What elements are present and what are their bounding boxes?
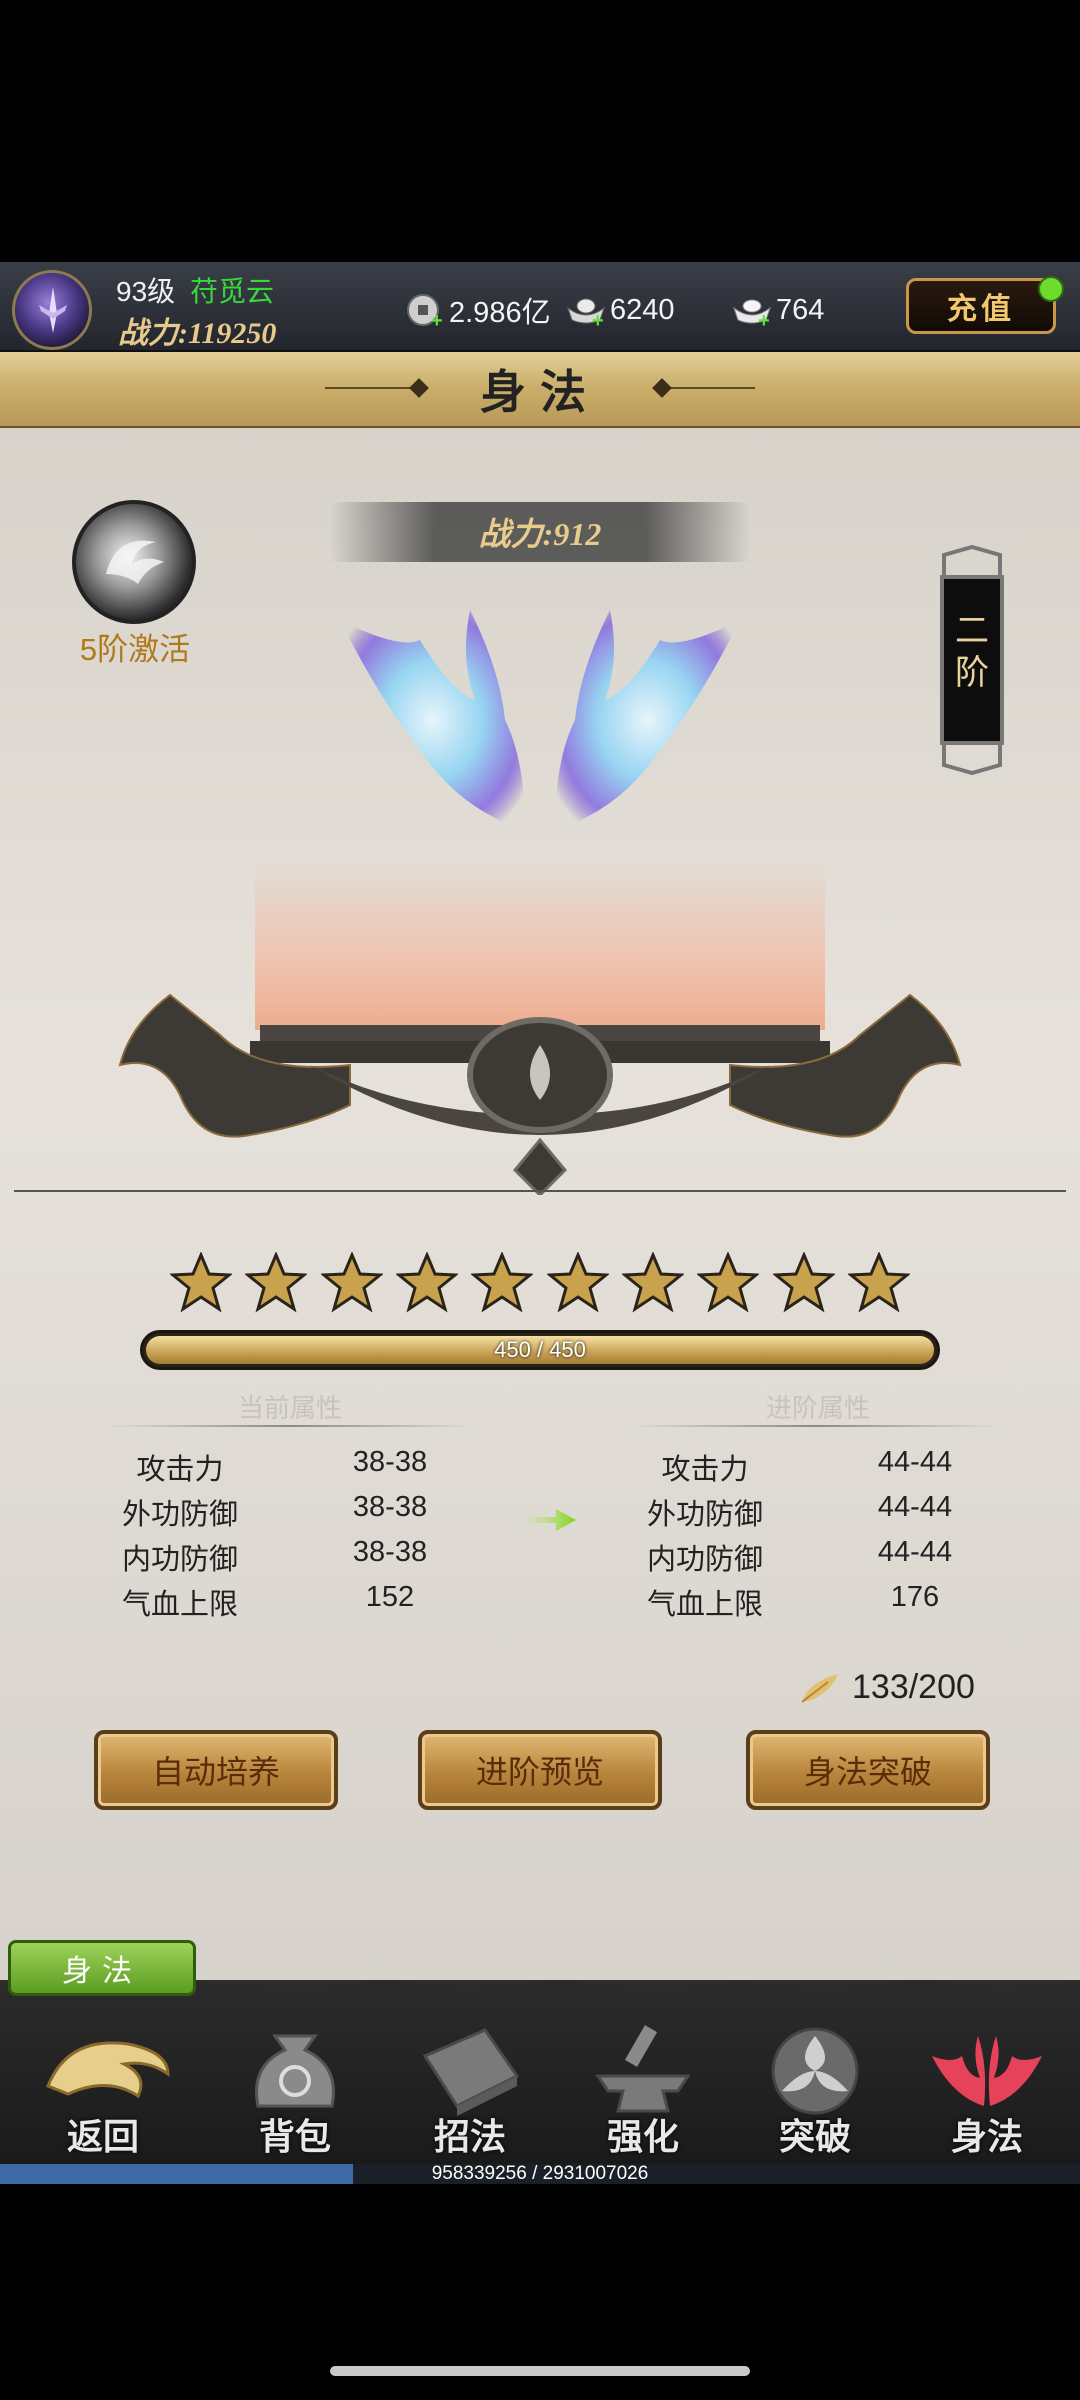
gold-value: 764: [776, 293, 825, 326]
attribute-value: 38-38: [352, 1536, 428, 1568]
next-attributes-divider: [630, 1425, 1000, 1427]
tier-tag: 二阶: [940, 545, 1004, 775]
skill-power-plate: 战力:912: [330, 502, 750, 562]
attribute-row: 外功防御 38-38: [100, 1491, 470, 1536]
attribute-value: 152: [365, 1581, 415, 1613]
attribute-name: 内功防御: [646, 1544, 763, 1576]
nav-label: 突破: [778, 2117, 851, 2157]
nav-movement-skill[interactable]: 身法: [912, 2016, 1062, 2166]
upgrade-progress-text: 450 / 450: [494, 1337, 586, 1362]
attribute-value: 38-38: [352, 1491, 428, 1523]
section-tag[interactable]: 身法: [8, 1940, 196, 1996]
attribute-value: 44-44: [877, 1491, 953, 1523]
spiral-wind-icon[interactable]: [72, 500, 196, 624]
nav-breakthrough[interactable]: 突破: [740, 2016, 890, 2166]
copper-value: 2.986亿: [449, 297, 551, 329]
attribute-name: 气血上限: [121, 1589, 238, 1621]
currency-silver[interactable]: + 6240: [566, 292, 675, 331]
material-count-text: 133/200: [852, 1668, 975, 1706]
nav-enhance[interactable]: 强化: [568, 2016, 718, 2166]
attribute-name: 外功防御: [646, 1499, 763, 1531]
player-power: 战力:119250: [118, 317, 277, 350]
star-icon: [395, 1252, 458, 1313]
nav-moves[interactable]: 招法: [395, 2016, 545, 2166]
nav-label: 招法: [433, 2117, 506, 2157]
player-level: 93级: [116, 276, 176, 307]
nav-label: 返回: [66, 2117, 139, 2157]
advance-preview-button[interactable]: 进阶预览: [418, 1730, 662, 1810]
crystal-wings-icon: [340, 610, 740, 830]
attribute-name: 外功防御: [121, 1499, 238, 1531]
player-name: 苻觅云: [190, 276, 275, 307]
auto-train-button[interactable]: 自动培养: [94, 1730, 338, 1810]
star-icon: [170, 1252, 232, 1313]
star-icon: [320, 1252, 383, 1313]
gold-ingot-icon: +: [732, 292, 772, 331]
attribute-row: 气血上限 152: [100, 1581, 470, 1626]
nav-label: 身法: [950, 2117, 1023, 2157]
sword-emblem-icon: [39, 287, 67, 333]
currency-copper[interactable]: + 2.986亿: [405, 292, 551, 331]
home-indicator[interactable]: [330, 2366, 750, 2376]
attribute-value: 44-44: [877, 1536, 953, 1568]
next-attributes-table: 攻击力 44-44 外功防御 44-44 内功防御 44-44 气血上限 176: [625, 1446, 995, 1626]
attribute-row: 外功防御 44-44: [625, 1491, 995, 1536]
attribute-value: 38-38: [352, 1446, 428, 1478]
arrow-right-icon: [520, 1509, 576, 1531]
star-rating: [170, 1252, 910, 1322]
attribute-name: 攻击力: [136, 1454, 224, 1486]
recharge-button[interactable]: 充值: [906, 278, 1056, 334]
attribute-row: 攻击力 38-38: [100, 1446, 470, 1491]
attribute-name: 气血上限: [646, 1589, 763, 1621]
floor-divider: [14, 1190, 1066, 1192]
material-count[interactable]: 133/200: [798, 1668, 975, 1707]
star-icon: [697, 1252, 760, 1313]
silver-ingot-icon: +: [566, 292, 606, 331]
star-icon: [621, 1252, 684, 1313]
attribute-value: 176: [890, 1581, 940, 1613]
nav-bag[interactable]: 背包: [220, 2016, 370, 2166]
attribute-name: 内功防御: [121, 1544, 238, 1576]
star-icon: [471, 1252, 534, 1313]
nav-label: 强化: [606, 2117, 679, 2157]
attribute-row: 攻击力 44-44: [625, 1446, 995, 1491]
star-icon: [245, 1252, 308, 1313]
activation-label: 5阶激活: [79, 632, 191, 667]
dragon-pedestal-icon: [118, 993, 962, 1195]
attribute-name: 攻击力: [661, 1454, 749, 1486]
attribute-row: 内功防御 44-44: [625, 1536, 995, 1581]
page-title: 身法: [480, 367, 600, 418]
feather-icon: [801, 1673, 838, 1703]
attribute-row: 气血上限 176: [625, 1581, 995, 1626]
attribute-row: 内功防御 38-38: [100, 1536, 470, 1581]
current-attributes-divider: [105, 1425, 475, 1427]
tier-label: 二阶: [955, 613, 989, 692]
attribute-value: 44-44: [877, 1446, 953, 1478]
breakthrough-button[interactable]: 身法突破: [746, 1730, 990, 1810]
star-icon: [847, 1252, 910, 1313]
nav-return[interactable]: 返回: [28, 2016, 178, 2166]
experience-text: 958339256 / 2931007026: [431, 2163, 649, 2184]
skill-power: 战力:912: [478, 516, 602, 552]
next-attributes-header: 进阶属性: [765, 1393, 870, 1423]
currency-gold[interactable]: + 764: [732, 292, 825, 331]
copper-coin-icon: +: [405, 292, 445, 331]
silver-value: 6240: [610, 293, 675, 326]
star-icon: [546, 1252, 609, 1313]
star-icon: [772, 1252, 835, 1313]
notification-dot: [1038, 276, 1064, 302]
current-attributes-header: 当前属性: [237, 1393, 342, 1423]
nav-label: 背包: [258, 2117, 331, 2157]
current-attributes-table: 攻击力 38-38 外功防御 38-38 内功防御 38-38 气血上限 152: [100, 1446, 470, 1626]
player-avatar[interactable]: [12, 270, 92, 350]
